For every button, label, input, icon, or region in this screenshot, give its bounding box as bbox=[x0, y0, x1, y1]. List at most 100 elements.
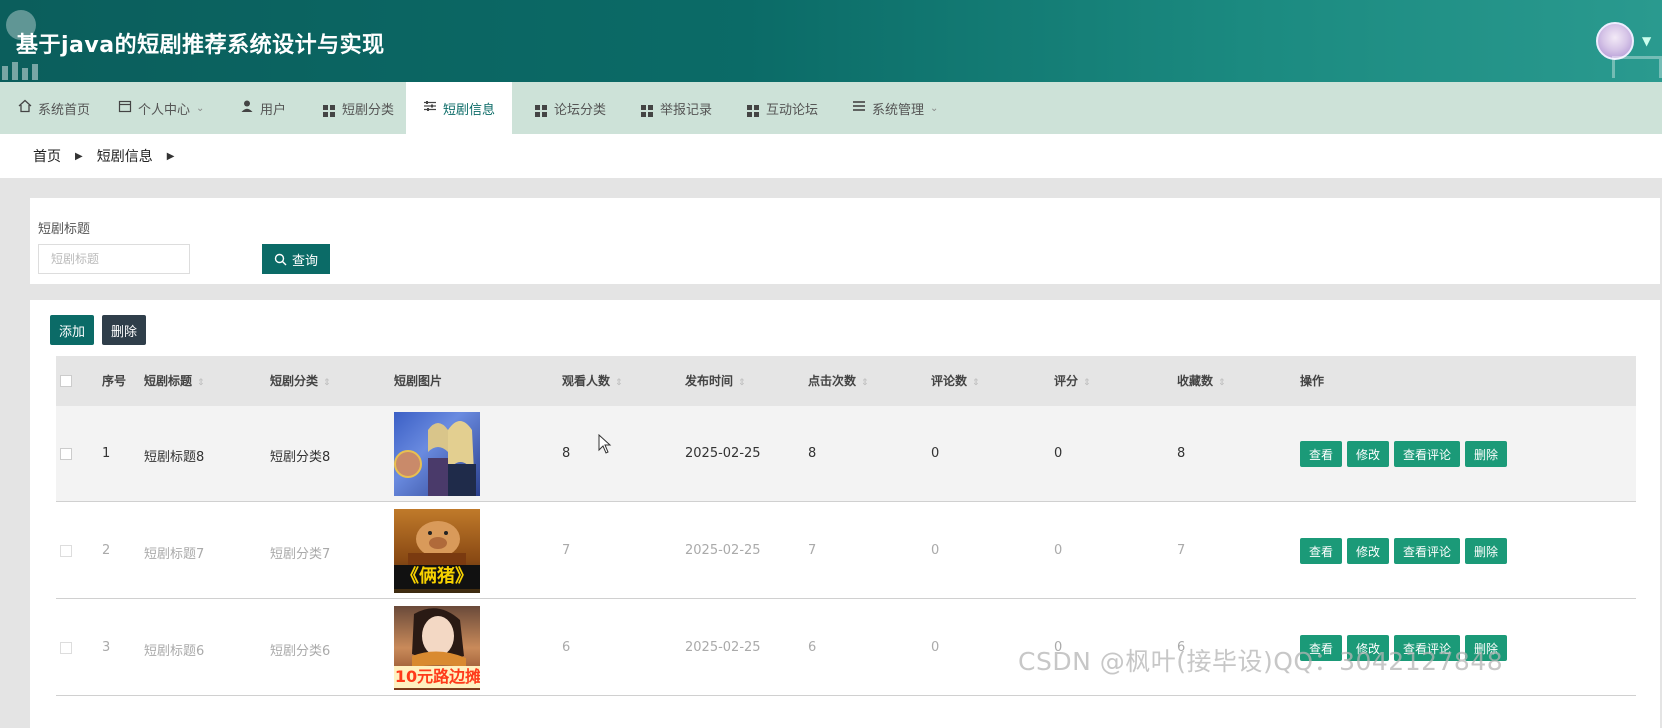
column-header-label: 评论数 bbox=[931, 374, 968, 388]
grid-icon bbox=[534, 99, 548, 117]
column-header-label: 点击次数 bbox=[808, 374, 857, 388]
cell-clicks: 7 bbox=[808, 543, 817, 558]
column-header-category[interactable]: 短剧分类 ⇕ bbox=[270, 356, 331, 406]
thumbnail-caption: 10元路边摊 bbox=[394, 666, 480, 688]
edit-button[interactable]: 修改 bbox=[1347, 538, 1390, 564]
row-actions: 查看 修改 查看评论 删除 bbox=[1300, 406, 1508, 502]
cell-title: 短剧标题6 bbox=[144, 644, 205, 659]
nav-item-label: 系统首页 bbox=[38, 102, 91, 118]
select-all-checkbox[interactable] bbox=[60, 375, 72, 387]
nav-item-home[interactable]: 系统首页 bbox=[4, 82, 104, 134]
column-header-publish-time[interactable]: 发布时间 ⇕ bbox=[685, 356, 746, 406]
cell-viewers: 8 bbox=[562, 446, 571, 461]
chevron-down-icon: ⌄ bbox=[196, 102, 205, 114]
row-checkbox[interactable] bbox=[60, 545, 72, 557]
column-header-image: 短剧图片 bbox=[394, 374, 443, 388]
user-icon bbox=[240, 99, 254, 117]
column-header-label: 发布时间 bbox=[685, 374, 734, 388]
row-checkbox[interactable] bbox=[60, 642, 72, 654]
app-header: 基于java的短剧推荐系统设计与实现 ▼ bbox=[0, 0, 1662, 82]
search-button[interactable]: 查询 bbox=[262, 244, 330, 274]
cell-score: 0 bbox=[1054, 446, 1063, 461]
cell-index: 3 bbox=[102, 640, 111, 655]
row-checkbox[interactable] bbox=[60, 448, 72, 460]
list-icon bbox=[852, 99, 866, 117]
chevron-down-icon: ⌄ bbox=[930, 102, 939, 114]
column-header-favorites[interactable]: 收藏数 ⇕ bbox=[1177, 356, 1226, 406]
sort-icon[interactable]: ⇕ bbox=[615, 378, 623, 388]
nav-item-label: 短剧分类 bbox=[342, 102, 395, 118]
nav-item-label: 个人中心 bbox=[138, 102, 191, 118]
add-button[interactable]: 添加 bbox=[50, 315, 94, 345]
column-header-label: 观看人数 bbox=[562, 374, 611, 388]
nav-item-users[interactable]: 用户 bbox=[226, 82, 300, 134]
view-button[interactable]: 查看 bbox=[1300, 441, 1343, 467]
breadcrumb-home[interactable]: 首页 bbox=[33, 146, 61, 166]
search-icon bbox=[274, 253, 287, 265]
cell-category: 短剧分类7 bbox=[270, 547, 331, 562]
cell-score: 0 bbox=[1054, 543, 1063, 558]
nav-item-forum-category[interactable]: 论坛分类 bbox=[520, 82, 620, 134]
breadcrumb: 首页 ▶ 短剧信息 ▶ bbox=[0, 134, 1662, 178]
table-row[interactable]: 1 短剧标题8 短剧分类8 8 2025-02-25 8 0 0 8 查看 修改… bbox=[56, 406, 1636, 502]
nav-item-system-management[interactable]: 系统管理 ⌄ bbox=[838, 82, 952, 134]
nav-item-personal-center[interactable]: 个人中心 ⌄ bbox=[104, 82, 218, 134]
mouse-cursor-icon bbox=[598, 434, 612, 454]
books-decoration-icon bbox=[0, 62, 48, 80]
nav-item-forum[interactable]: 互动论坛 bbox=[732, 82, 832, 134]
chevron-down-icon[interactable]: ▼ bbox=[1642, 34, 1651, 48]
cell-viewers: 7 bbox=[562, 543, 571, 558]
sort-icon[interactable]: ⇕ bbox=[323, 378, 331, 388]
table-row[interactable]: 2 短剧标题7 短剧分类7 《俩猪》 7 2025-02-25 7 0 0 7 … bbox=[56, 503, 1636, 599]
grid-icon bbox=[640, 99, 654, 117]
search-panel: 短剧标题 查询 bbox=[30, 198, 1660, 284]
grid-icon bbox=[322, 99, 336, 117]
column-header-viewers[interactable]: 观看人数 ⇕ bbox=[562, 356, 623, 406]
nav-item-drama-category[interactable]: 短剧分类 bbox=[308, 82, 408, 134]
column-header-label: 短剧分类 bbox=[270, 374, 319, 388]
nav-item-drama-info[interactable]: 短剧信息 bbox=[406, 82, 512, 134]
sort-icon[interactable]: ⇕ bbox=[738, 378, 746, 388]
nav-item-label: 用户 bbox=[260, 102, 287, 118]
sort-icon[interactable]: ⇕ bbox=[972, 378, 980, 388]
cell-title: 短剧标题7 bbox=[144, 547, 205, 562]
cell-clicks: 6 bbox=[808, 640, 817, 655]
delete-button[interactable]: 删除 bbox=[1465, 538, 1508, 564]
app-title: 基于java的短剧推荐系统设计与实现 bbox=[16, 33, 385, 58]
edit-button[interactable]: 修改 bbox=[1347, 441, 1390, 467]
user-avatar[interactable] bbox=[1596, 22, 1634, 60]
delete-button[interactable]: 删除 bbox=[1465, 441, 1508, 467]
cell-category: 短剧分类8 bbox=[270, 450, 331, 465]
cell-index: 1 bbox=[102, 446, 111, 461]
view-comments-button[interactable]: 查看评论 bbox=[1394, 441, 1461, 467]
home-icon bbox=[18, 99, 32, 117]
batch-delete-button[interactable]: 删除 bbox=[102, 315, 146, 345]
sort-icon[interactable]: ⇕ bbox=[861, 378, 869, 388]
sort-icon[interactable]: ⇕ bbox=[1083, 378, 1091, 388]
view-comments-button[interactable]: 查看评论 bbox=[1394, 538, 1461, 564]
column-header-clicks[interactable]: 点击次数 ⇕ bbox=[808, 356, 869, 406]
drama-thumbnail[interactable] bbox=[394, 412, 480, 496]
top-nav: 系统首页 个人中心 ⌄ 用户 短剧分类 短剧信息 论坛分类 举报记录 互动论坛 bbox=[0, 82, 1662, 134]
nav-item-report-records[interactable]: 举报记录 bbox=[626, 82, 726, 134]
search-input[interactable] bbox=[38, 244, 190, 274]
drama-thumbnail[interactable]: 《俩猪》 bbox=[394, 509, 480, 593]
view-button[interactable]: 查看 bbox=[1300, 538, 1343, 564]
sort-icon[interactable]: ⇕ bbox=[197, 378, 205, 388]
drama-thumbnail[interactable]: 10元路边摊 bbox=[394, 606, 480, 690]
breadcrumb-current[interactable]: 短剧信息 bbox=[97, 146, 153, 166]
column-header-title[interactable]: 短剧标题 ⇕ bbox=[144, 356, 205, 406]
thumbnail-caption: 《俩猪》 bbox=[394, 565, 480, 589]
cell-publish-time: 2025-02-25 bbox=[685, 640, 761, 655]
cell-index: 2 bbox=[102, 543, 111, 558]
nav-item-label: 短剧信息 bbox=[442, 102, 495, 118]
sliders-icon bbox=[423, 99, 437, 117]
cell-category: 短剧分类6 bbox=[270, 644, 331, 659]
table-header: 序号 短剧标题 ⇕ 短剧分类 ⇕ 短剧图片 观看人数 ⇕ 发布时间 ⇕ 点击次数 ⇕ 评论… bbox=[56, 356, 1636, 406]
column-header-comments[interactable]: 评论数 ⇕ bbox=[931, 356, 980, 406]
sort-icon[interactable]: ⇕ bbox=[1218, 378, 1226, 388]
chevron-right-icon: ▶ bbox=[75, 150, 83, 162]
nav-item-label: 论坛分类 bbox=[554, 102, 607, 118]
column-header-score[interactable]: 评分 ⇕ bbox=[1054, 356, 1091, 406]
cell-comments: 0 bbox=[931, 543, 940, 558]
